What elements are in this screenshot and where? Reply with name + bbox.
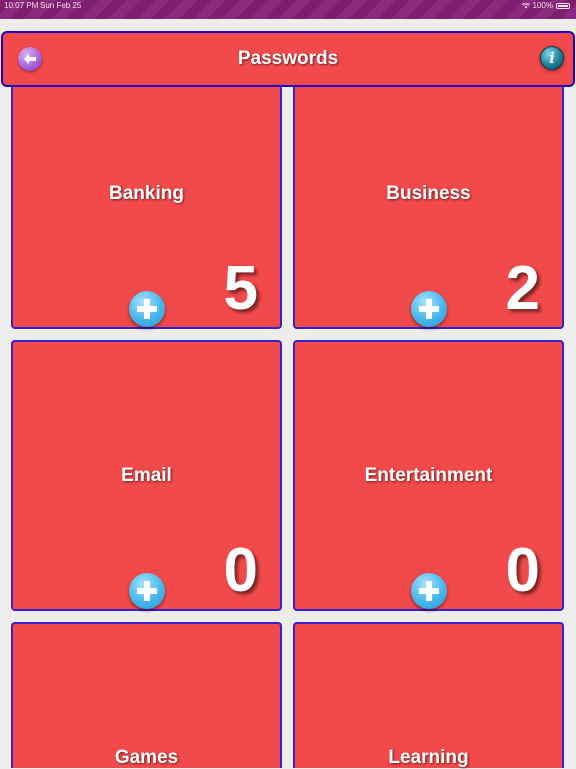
page-title: Passwords [237, 48, 339, 69]
category-count: 2 [505, 254, 540, 323]
category-label: Games [114, 747, 179, 768]
plus-icon [137, 581, 157, 601]
category-count: 0 [223, 536, 258, 605]
info-button[interactable]: i [540, 46, 564, 70]
nav-header: Passwords i [1, 31, 575, 87]
category-label: Banking [109, 183, 184, 204]
category-grid: Banking 5 Business 2 Email 0 Entertainme… [0, 0, 576, 768]
plus-icon [419, 299, 439, 319]
info-icon: i [549, 49, 555, 67]
category-label: Entertainment [364, 465, 493, 486]
add-entry-button[interactable] [411, 291, 447, 327]
add-entry-button[interactable] [411, 573, 447, 609]
plus-icon [419, 581, 439, 601]
plus-icon [137, 299, 157, 319]
category-label: Business [386, 183, 471, 204]
category-count: 5 [223, 254, 258, 323]
category-tile-games[interactable]: Games [11, 622, 282, 768]
add-entry-button[interactable] [129, 291, 165, 327]
category-tile-learning[interactable]: Learning [293, 622, 564, 768]
category-count: 0 [505, 536, 540, 605]
category-tile-business[interactable]: Business 2 [293, 84, 564, 329]
category-label: Learning [388, 747, 469, 768]
add-entry-button[interactable] [129, 573, 165, 609]
category-tile-banking[interactable]: Banking 5 [11, 84, 282, 329]
category-tile-email[interactable]: Email 0 [11, 340, 282, 611]
category-label: Email [121, 465, 172, 486]
category-tile-entertainment[interactable]: Entertainment 0 [293, 340, 564, 611]
